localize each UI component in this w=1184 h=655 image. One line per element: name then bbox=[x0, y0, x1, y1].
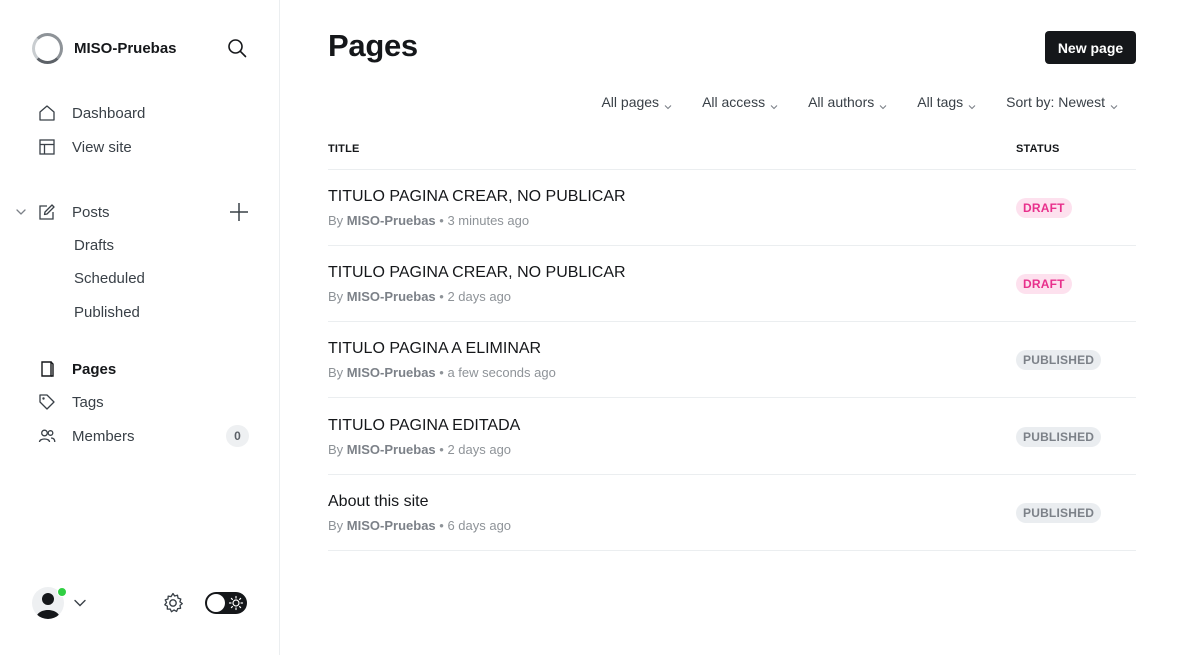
sidebar-item-view-site[interactable]: View site bbox=[38, 135, 132, 159]
sidebar-item-tags[interactable]: Tags bbox=[38, 390, 104, 414]
status-badge: PUBLISHED bbox=[1016, 350, 1102, 370]
page-meta: By MISO-Pruebas • 2 days ago bbox=[328, 442, 512, 457]
sidebar-item-label: Dashboard bbox=[72, 104, 146, 122]
page-meta: By MISO-Pruebas • a few seconds ago bbox=[328, 365, 556, 380]
filter-authors-dropdown[interactable]: All authors bbox=[808, 94, 887, 110]
page-title: Pages bbox=[328, 28, 418, 63]
toggle-knob bbox=[207, 594, 225, 612]
sidebar-item-pages[interactable]: Pages bbox=[38, 357, 116, 381]
page-title-cell: TITULO PAGINA EDITADA bbox=[328, 417, 521, 434]
site-name: MISO-Pruebas bbox=[74, 39, 177, 57]
chevron-down-icon[interactable] bbox=[73, 596, 87, 610]
table-row[interactable]: TITULO PAGINA A ELIMINAR By MISO-Pruebas… bbox=[328, 322, 1136, 398]
members-count-badge: 0 bbox=[226, 425, 249, 447]
page-title-cell: TITULO PAGINA CREAR, NO PUBLICAR bbox=[328, 264, 626, 281]
sidebar-item-label: Pages bbox=[72, 360, 117, 378]
layout-icon bbox=[38, 138, 56, 156]
chevron-down-icon bbox=[968, 98, 976, 110]
online-status-dot bbox=[57, 587, 67, 597]
chevron-down-icon bbox=[664, 98, 672, 110]
sidebar-item-drafts[interactable]: Drafts bbox=[74, 237, 114, 254]
home-icon bbox=[38, 104, 56, 122]
page-meta: By MISO-Pruebas • 2 days ago bbox=[328, 289, 512, 304]
filter-type-dropdown[interactable]: All pages bbox=[601, 94, 672, 110]
column-header-title: TITLE bbox=[328, 143, 360, 155]
members-icon bbox=[38, 427, 56, 445]
sidebar-item-members[interactable]: Members bbox=[38, 424, 135, 448]
filter-label: All tags bbox=[917, 94, 964, 110]
page-meta: By MISO-Pruebas • 3 minutes ago bbox=[328, 213, 530, 228]
sidebar-item-label: View site bbox=[72, 138, 132, 156]
tag-icon bbox=[38, 393, 56, 411]
page-meta: By MISO-Pruebas • 6 days ago bbox=[328, 518, 512, 533]
filter-label: Sort by: Newest bbox=[1006, 94, 1105, 110]
user-avatar[interactable] bbox=[32, 587, 67, 619]
sort-dropdown[interactable]: Sort by: Newest bbox=[1006, 94, 1118, 110]
add-post-icon[interactable] bbox=[228, 201, 250, 223]
sidebar-item-published[interactable]: Published bbox=[74, 304, 140, 321]
table-row[interactable]: TITULO PAGINA CREAR, NO PUBLICAR By MISO… bbox=[328, 246, 1136, 322]
sun-icon bbox=[228, 595, 244, 611]
sidebar-item-label: Posts bbox=[72, 203, 110, 221]
sidebar-item-label: Tags bbox=[72, 393, 104, 411]
filter-access-dropdown[interactable]: All access bbox=[702, 94, 778, 110]
filter-tags-dropdown[interactable]: All tags bbox=[917, 94, 976, 110]
filter-label: All pages bbox=[601, 94, 660, 110]
sidebar-item-label: Members bbox=[72, 427, 135, 445]
table-row[interactable]: TITULO PAGINA EDITADA By MISO-Pruebas • … bbox=[328, 399, 1136, 475]
chevron-down-icon[interactable] bbox=[14, 205, 28, 219]
filter-bar: All pages All access All authors All tag… bbox=[601, 94, 1118, 110]
status-badge: PUBLISHED bbox=[1016, 503, 1102, 523]
chevron-down-icon bbox=[770, 98, 778, 110]
status-badge: DRAFT bbox=[1016, 274, 1072, 294]
brand[interactable]: MISO-Pruebas bbox=[32, 32, 177, 64]
column-header-status: STATUS bbox=[1016, 143, 1060, 155]
filter-label: All authors bbox=[808, 94, 875, 110]
search-icon[interactable] bbox=[226, 37, 248, 59]
edit-icon bbox=[38, 203, 56, 221]
page-icon bbox=[38, 360, 56, 378]
page-title-cell: TITULO PAGINA CREAR, NO PUBLICAR bbox=[328, 188, 626, 205]
table-row[interactable]: TITULO PAGINA CREAR, NO PUBLICAR By MISO… bbox=[328, 170, 1136, 246]
sidebar: MISO-Pruebas Dashboard View site Posts D… bbox=[0, 0, 280, 655]
page-title-cell: About this site bbox=[328, 493, 429, 510]
chevron-down-icon bbox=[1110, 98, 1118, 110]
table-row[interactable]: About this site By MISO-Pruebas • 6 days… bbox=[328, 475, 1136, 551]
chevron-down-icon bbox=[879, 98, 887, 110]
theme-toggle[interactable] bbox=[205, 592, 247, 614]
page-title-cell: TITULO PAGINA A ELIMINAR bbox=[328, 340, 542, 357]
filter-label: All access bbox=[702, 94, 766, 110]
status-badge: PUBLISHED bbox=[1016, 427, 1102, 447]
sidebar-item-scheduled[interactable]: Scheduled bbox=[74, 270, 145, 287]
sidebar-item-dashboard[interactable]: Dashboard bbox=[38, 101, 145, 125]
status-badge: DRAFT bbox=[1016, 198, 1072, 218]
sidebar-item-posts[interactable]: Posts bbox=[38, 200, 110, 224]
new-page-button[interactable]: New page bbox=[1045, 31, 1136, 64]
site-logo bbox=[32, 32, 63, 64]
gear-icon[interactable] bbox=[161, 591, 185, 615]
